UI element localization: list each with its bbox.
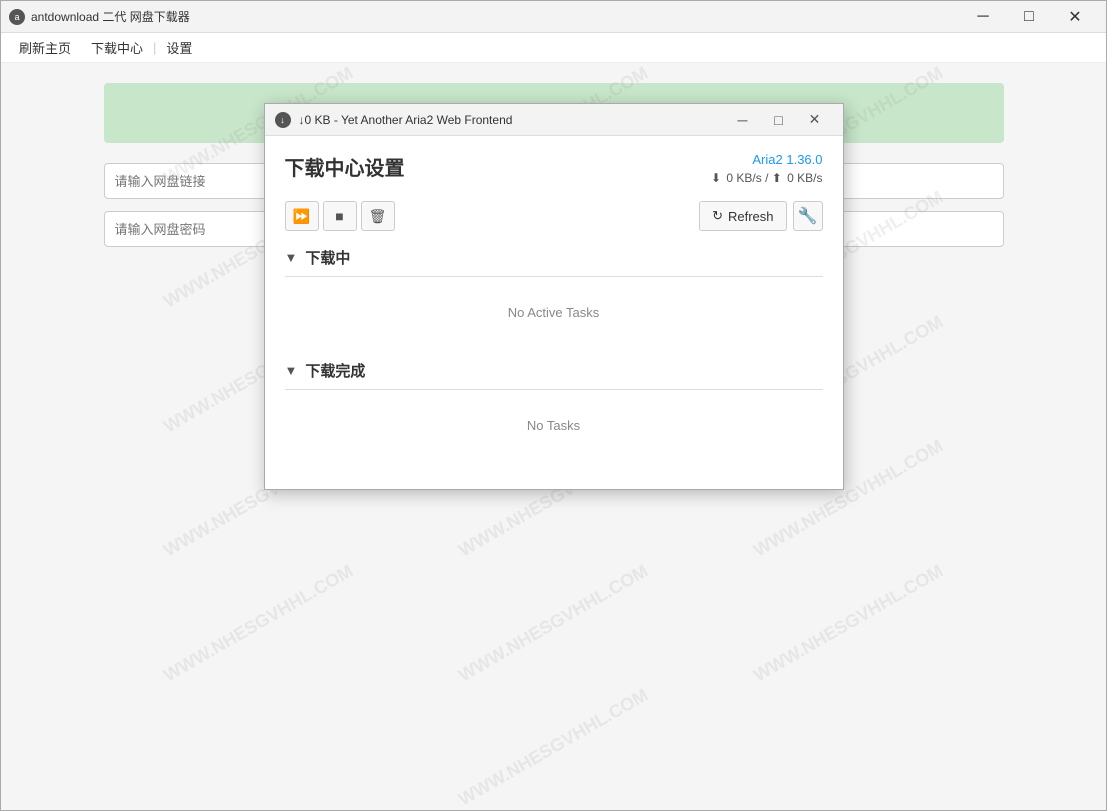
main-content: WWW.NHESGVHHL.COM WWW.NHESGVHHL.COM WWW.… bbox=[1, 63, 1106, 810]
toolbar-right: ↻ Refresh 🔧 bbox=[699, 201, 822, 231]
dialog-body: 下载中心设置 Aria2 1.36.0 ⬇ 0 KB/s / ⬆ 0 KB/s bbox=[265, 136, 843, 489]
settings-button[interactable]: 🔧 bbox=[793, 201, 823, 231]
version-info: Aria2 1.36.0 ⬇ 0 KB/s / ⬆ 0 KB/s bbox=[711, 152, 823, 185]
maximize-button[interactable]: □ bbox=[1006, 1, 1052, 33]
app-title: antdownload 二代 网盘下载器 bbox=[31, 8, 960, 25]
completed-section-header[interactable]: ▼ 下载完成 bbox=[285, 360, 823, 381]
menu-bar: 刷新主页 下载中心 | 设置 bbox=[1, 33, 1106, 63]
dialog-maximize-button[interactable]: □ bbox=[761, 108, 797, 132]
speed-info: ⬇ 0 KB/s / ⬆ 0 KB/s bbox=[711, 171, 823, 185]
app-window: a antdownload 二代 网盘下载器 ─ □ ✕ 刷新主页 下载中心 |… bbox=[0, 0, 1107, 811]
completed-divider bbox=[285, 389, 823, 390]
downloading-section: ▼ 下载中 No Active Tasks bbox=[285, 247, 823, 340]
stop-button[interactable]: ■ bbox=[323, 201, 357, 231]
refresh-icon: ↻ bbox=[712, 208, 723, 224]
toolbar-left: ⏩ ■ 🗑 bbox=[285, 201, 395, 231]
completed-arrow-icon: ▼ bbox=[285, 363, 298, 378]
dialog-header: 下载中心设置 Aria2 1.36.0 ⬇ 0 KB/s / ⬆ 0 KB/s bbox=[285, 152, 823, 185]
dialog-main-title: 下载中心设置 bbox=[285, 152, 405, 181]
completed-empty: No Tasks bbox=[285, 398, 823, 453]
menu-settings[interactable]: 设置 bbox=[158, 34, 200, 61]
aria2-dialog: ↓ ↓0 KB - Yet Another Aria2 Web Frontend… bbox=[264, 103, 844, 490]
completed-section: ▼ 下载完成 No Tasks bbox=[285, 360, 823, 453]
upload-speed: 0 KB/s bbox=[787, 171, 822, 185]
window-controls: ─ □ ✕ bbox=[960, 1, 1098, 33]
completed-title: 下载完成 bbox=[305, 360, 365, 381]
dialog-close-button[interactable]: ✕ bbox=[797, 108, 833, 132]
dialog-controls: ─ □ ✕ bbox=[725, 108, 833, 132]
refresh-label: Refresh bbox=[728, 209, 774, 224]
menu-separator-2: | bbox=[151, 40, 158, 55]
dialog-toolbar: ⏩ ■ 🗑 ↻ Refresh 🔧 bbox=[285, 201, 823, 231]
dialog-icon: ↓ bbox=[275, 112, 291, 128]
download-speed: 0 KB/s bbox=[726, 171, 761, 185]
refresh-button[interactable]: ↻ Refresh bbox=[699, 201, 786, 231]
downloading-title: 下载中 bbox=[305, 247, 350, 268]
upload-speed-icon: ⬆ bbox=[772, 171, 782, 185]
title-bar: a antdownload 二代 网盘下载器 ─ □ ✕ bbox=[1, 1, 1106, 33]
version-text: Aria2 1.36.0 bbox=[711, 152, 823, 167]
downloading-section-header[interactable]: ▼ 下载中 bbox=[285, 247, 823, 268]
minimize-button[interactable]: ─ bbox=[960, 1, 1006, 33]
downloading-empty: No Active Tasks bbox=[285, 285, 823, 340]
dialog-title: ↓0 KB - Yet Another Aria2 Web Frontend bbox=[299, 113, 725, 127]
delete-button[interactable]: 🗑 bbox=[361, 201, 395, 231]
downloading-arrow-icon: ▼ bbox=[285, 250, 298, 265]
dialog-title-bar: ↓ ↓0 KB - Yet Another Aria2 Web Frontend… bbox=[265, 104, 843, 136]
download-speed-icon: ⬇ bbox=[711, 171, 721, 185]
dialog-minimize-button[interactable]: ─ bbox=[725, 108, 761, 132]
resume-button[interactable]: ⏩ bbox=[285, 201, 319, 231]
speed-divider: / bbox=[765, 171, 772, 185]
downloading-divider bbox=[285, 276, 823, 277]
close-button[interactable]: ✕ bbox=[1052, 1, 1098, 33]
menu-refresh-home[interactable]: 刷新主页 bbox=[11, 34, 79, 61]
menu-download-center[interactable]: 下载中心 bbox=[83, 34, 151, 61]
app-icon: a bbox=[9, 9, 25, 25]
